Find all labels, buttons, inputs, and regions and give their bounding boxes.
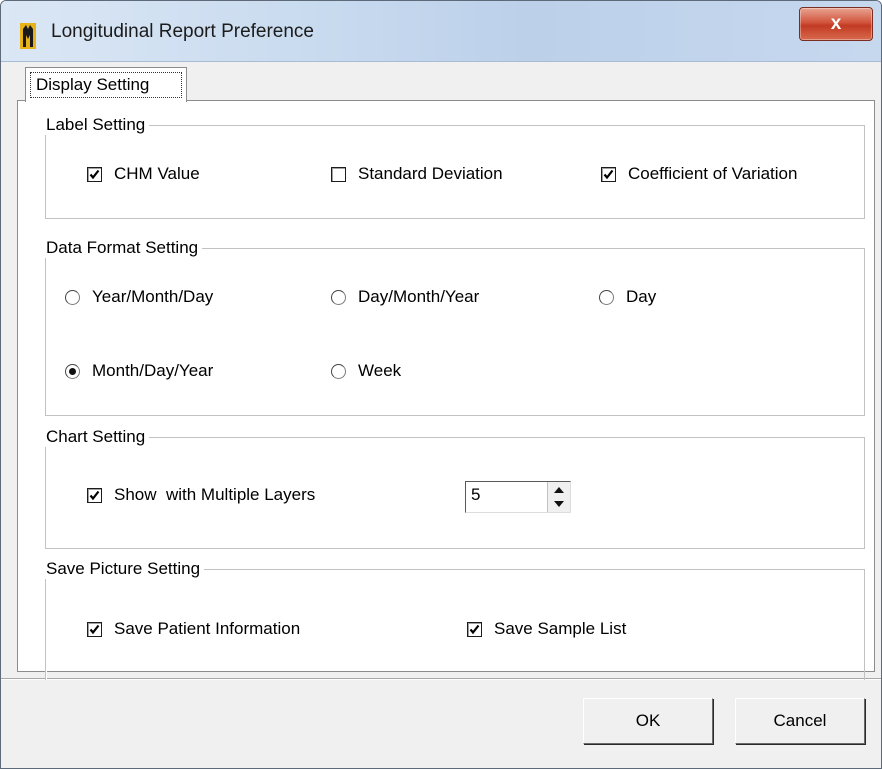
spinner-buttons	[547, 482, 570, 512]
format-year-month-day-label: Year/Month/Day	[92, 287, 214, 306]
radio-selected-dot	[69, 367, 76, 375]
standard-deviation-check-box[interactable]	[331, 166, 346, 182]
tab-display-setting[interactable]: Display Setting	[25, 67, 187, 102]
chm-value-check-box[interactable]	[87, 166, 102, 182]
chm-value-label: CHM Value	[114, 164, 200, 183]
window-title: Longitudinal Report Preference	[51, 21, 315, 42]
save-patient-information-checkbox[interactable]: Save Patient Information	[87, 619, 300, 639]
layers-spinner[interactable]: 5	[465, 481, 571, 513]
layers-value[interactable]: 5	[471, 485, 480, 505]
format-month-day-year-radio-button[interactable]	[65, 363, 80, 379]
format-day-month-year-label: Day/Month/Year	[358, 287, 480, 306]
format-week-radio[interactable]: Week	[331, 361, 401, 381]
close-button[interactable]: x	[799, 7, 873, 41]
chm-value-checkbox[interactable]: CHM Value	[87, 164, 200, 184]
checkmark-icon	[89, 624, 100, 634]
format-month-day-year-label: Month/Day/Year	[92, 361, 214, 380]
multiple-layers-label: Show with Multiple Layers	[114, 485, 316, 504]
standard-deviation-label: Standard Deviation	[358, 164, 503, 183]
checkmark-icon	[469, 624, 480, 634]
preference-dialog: Longitudinal Report Preference x Display…	[0, 0, 882, 769]
app-logo-icon	[20, 23, 36, 49]
standard-deviation-checkbox[interactable]: Standard Deviation	[331, 164, 503, 184]
label-setting-title: Label Setting	[44, 115, 150, 135]
arrow-up-icon	[554, 487, 564, 493]
tab-display-setting-label: Display Setting	[30, 72, 182, 98]
save-patient-information-check-box[interactable]	[87, 621, 102, 637]
chart-setting-title: Chart Setting	[44, 427, 150, 447]
arrow-down-icon	[554, 501, 564, 507]
format-day-label: Day	[626, 287, 657, 306]
save-patient-information-label: Save Patient Information	[114, 619, 301, 638]
save-sample-list-label: Save Sample List	[494, 619, 627, 638]
data-format-setting-group: Data Format Setting	[44, 238, 865, 416]
cancel-button[interactable]: Cancel	[735, 698, 865, 744]
save-picture-setting-title: Save Picture Setting	[44, 559, 205, 579]
coefficient-of-variation-label: Coefficient of Variation	[628, 164, 798, 183]
multiple-layers-check-box[interactable]	[87, 487, 102, 503]
title-bar[interactable]: Longitudinal Report Preference x	[1, 1, 881, 62]
coefficient-of-variation-check-box[interactable]	[601, 166, 616, 182]
format-week-radio-button[interactable]	[331, 363, 346, 379]
checkmark-icon	[603, 169, 614, 179]
data-format-setting-title: Data Format Setting	[44, 238, 203, 258]
checkmark-icon	[89, 490, 100, 500]
format-day-month-year-radio[interactable]: Day/Month/Year	[331, 287, 479, 307]
format-week-label: Week	[358, 361, 402, 380]
spin-down-button[interactable]	[548, 497, 570, 512]
close-icon: x	[830, 13, 842, 34]
save-sample-list-check-box[interactable]	[467, 621, 482, 637]
format-month-day-year-radio[interactable]: Month/Day/Year	[65, 361, 213, 381]
format-day-radio-button[interactable]	[599, 289, 614, 305]
format-day-month-year-radio-button[interactable]	[331, 289, 346, 305]
save-sample-list-checkbox[interactable]: Save Sample List	[467, 619, 626, 639]
spin-up-button[interactable]	[548, 482, 570, 497]
ok-button[interactable]: OK	[583, 698, 713, 744]
format-day-radio[interactable]: Day	[599, 287, 656, 307]
format-year-month-day-radio-button[interactable]	[65, 289, 80, 305]
multiple-layers-checkbox[interactable]: Show with Multiple Layers	[87, 485, 315, 505]
coefficient-of-variation-checkbox[interactable]: Coefficient of Variation	[601, 164, 797, 184]
checkmark-icon	[89, 169, 100, 179]
format-year-month-day-radio[interactable]: Year/Month/Day	[65, 287, 213, 307]
